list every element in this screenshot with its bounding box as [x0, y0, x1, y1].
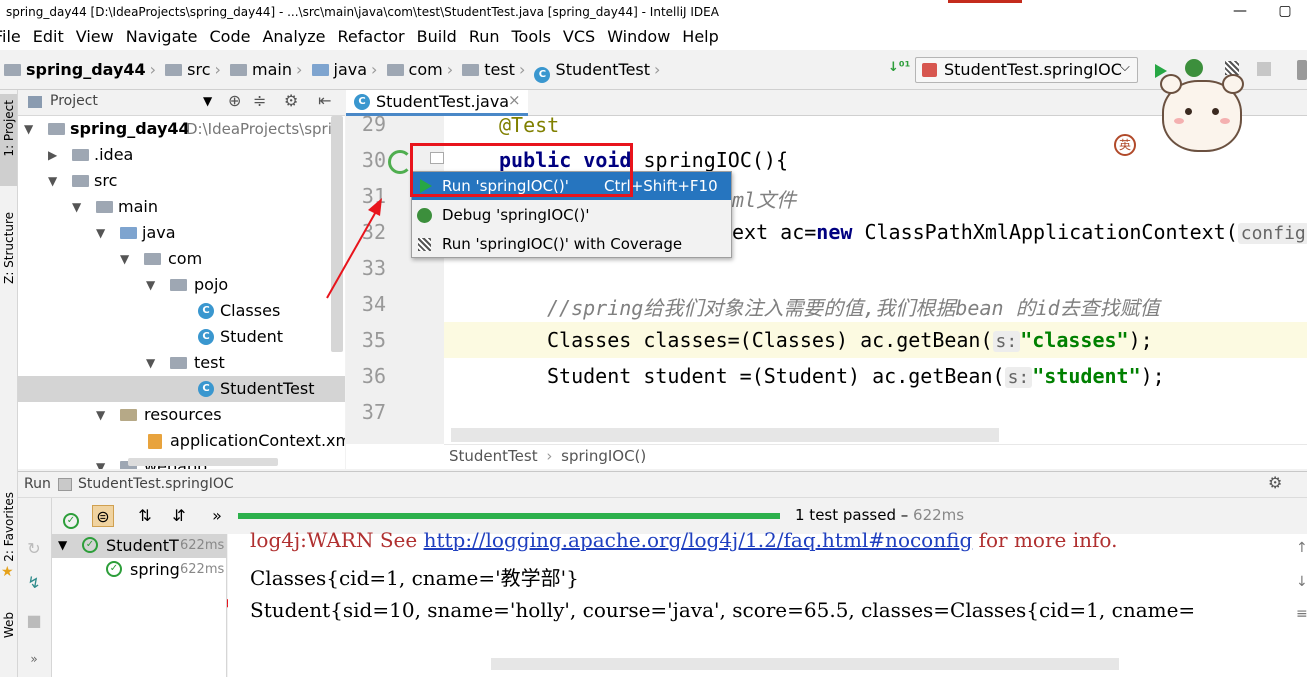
console-hscrollbar[interactable]: [491, 658, 1119, 670]
console-warn-suffix: for more info.: [972, 528, 1118, 552]
junit-config-icon: [58, 478, 72, 491]
run-panel-header: Run StudentTest.springIOC ⚙: [18, 471, 1307, 498]
passed-icon: ✓: [82, 537, 98, 553]
test-status-time: 622ms: [913, 506, 965, 524]
run-panel-label[interactable]: Run: [24, 476, 51, 492]
rerun-failed-icon[interactable]: ↻: [23, 538, 45, 560]
annotation-arrow-upper: [326, 207, 379, 299]
test-name: StudentT: [106, 536, 179, 555]
chevron-down-icon: ▼: [58, 538, 68, 552]
test-status-text: 1 test passed: [795, 506, 896, 524]
console-warn-link[interactable]: http://logging.apache.org/log4j/1.2/faq.…: [424, 528, 973, 552]
sort-duration-icon[interactable]: ⇵: [168, 505, 190, 527]
test-progress-bar: [238, 513, 780, 519]
passed-icon: ✓: [106, 561, 122, 577]
console-line: Classes{cid=1, cname='教学部'}: [250, 566, 579, 590]
test-row-springioc[interactable]: ✓ spring 622ms: [52, 558, 227, 582]
more-icon[interactable]: »: [206, 505, 228, 527]
more-icon[interactable]: »: [23, 648, 45, 670]
annotation-arrowhead-upper: [368, 198, 382, 216]
console-side-icon[interactable]: ↑: [1296, 540, 1307, 556]
sort-alpha-icon[interactable]: ⇅: [134, 505, 156, 527]
test-row-studenttest[interactable]: ▼ ✓ StudentT 622ms: [52, 534, 227, 558]
test-results-tree: ▼ ✓ StudentT 622ms ✓ spring 622ms: [52, 534, 227, 677]
test-time: 622ms: [180, 562, 225, 577]
console-side-icon[interactable]: ↓: [1296, 574, 1307, 590]
console-output[interactable]: log4j:WARN See http://logging.apache.org…: [228, 528, 1307, 677]
gear-icon[interactable]: ⚙: [1268, 473, 1282, 492]
console-warn-prefix: log4j:WARN See: [250, 528, 424, 552]
console-side-icon[interactable]: ≡: [1296, 606, 1307, 622]
test-time: 622ms: [180, 538, 225, 553]
stop-icon[interactable]: ■: [23, 610, 45, 632]
run-panel-config[interactable]: StudentTest.springIOC: [78, 476, 234, 492]
show-ignored-icon[interactable]: ⊜: [92, 505, 114, 527]
run-side-toolbar: ↻ ↯ ■ »: [18, 498, 52, 677]
test-status: 1 test passed – 622ms: [795, 506, 965, 524]
show-passed-icon[interactable]: ✓: [60, 505, 82, 529]
console-warn-line: log4j:WARN See http://logging.apache.org…: [250, 528, 1117, 552]
console-line: Student{sid=10, sname='holly', course='j…: [250, 598, 1196, 622]
test-name: spring: [130, 560, 180, 579]
toggle-auto-test-icon[interactable]: ↯: [23, 572, 45, 594]
